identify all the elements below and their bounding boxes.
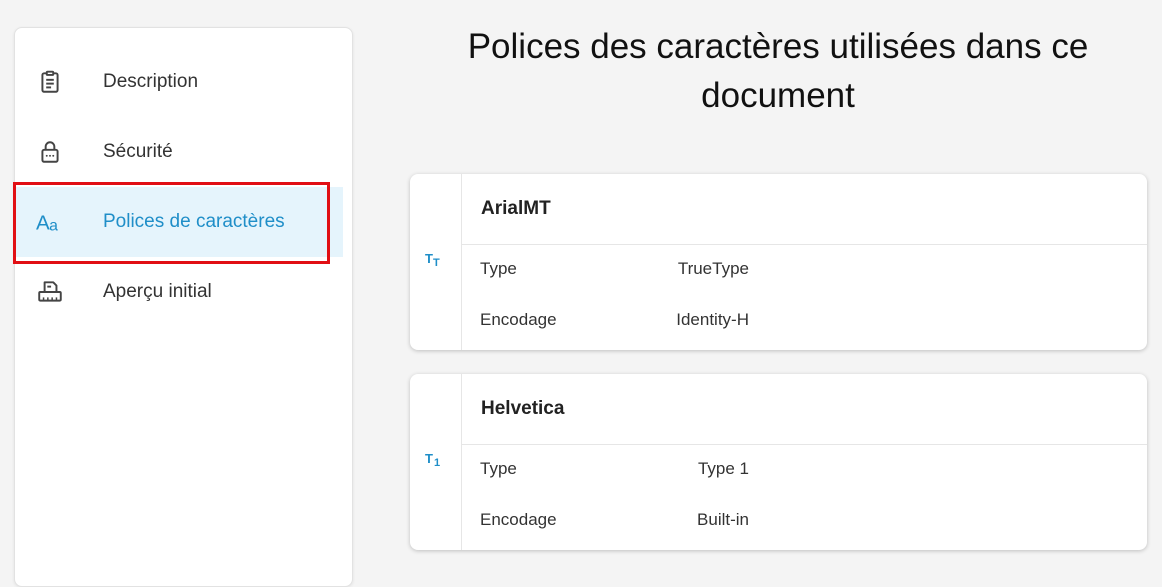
- font-name: Helvetica: [462, 374, 1147, 445]
- svg-text:a: a: [49, 217, 58, 234]
- svg-text:1: 1: [434, 457, 440, 469]
- svg-text:A: A: [36, 211, 50, 234]
- type1-icon: T 1: [425, 451, 447, 473]
- svg-text:T: T: [425, 451, 433, 466]
- font-card-arialmt: T T ArialMT Type TrueType Encodage Ident…: [410, 174, 1147, 350]
- sidebar: Description Sécurité A a Polices de cara…: [14, 27, 353, 587]
- font-name: ArialMT: [462, 174, 1147, 245]
- sidebar-item-fonts[interactable]: A a Polices de caractères: [14, 187, 343, 257]
- card-body: ArialMT Type TrueType Encodage Identity-…: [462, 174, 1147, 350]
- sidebar-item-label: Description: [103, 71, 199, 92]
- sidebar-item-label: Sécurité: [103, 141, 173, 162]
- type-value: TrueType: [677, 259, 749, 278]
- type-row: Type Type 1: [462, 445, 1147, 496]
- encoding-row: Encodage Built-in: [462, 496, 1147, 547]
- type-row: Type TrueType: [462, 245, 1147, 296]
- printer-icon: [36, 278, 64, 306]
- page-title: Polices des caractères utilisées dans ce…: [467, 27, 1089, 115]
- font-card-helvetica: T 1 Helvetica Type Type 1 Encodage Built…: [410, 374, 1147, 550]
- card-icon-column: T T: [410, 174, 462, 350]
- font-aa-icon: A a: [36, 208, 64, 236]
- sidebar-item-security[interactable]: Sécurité: [15, 117, 352, 187]
- type-value: Type 1: [697, 459, 749, 478]
- encoding-value: Identity-H: [676, 310, 749, 329]
- encoding-label: Encodage: [480, 510, 557, 529]
- sidebar-item-label: Polices de caractères: [103, 211, 285, 232]
- sidebar-item-label: Aperçu initial: [103, 281, 212, 302]
- encoding-row: Encodage Identity-H: [462, 296, 1147, 347]
- sidebar-item-description[interactable]: Description: [15, 47, 352, 117]
- lock-icon: [36, 138, 64, 166]
- type-label: Type: [480, 259, 517, 278]
- svg-text:T: T: [425, 251, 433, 266]
- clipboard-icon: [36, 68, 64, 96]
- encoding-label: Encodage: [480, 310, 557, 329]
- sidebar-item-initial-view[interactable]: Aperçu initial: [15, 257, 352, 327]
- type-label: Type: [480, 459, 517, 478]
- encoding-value: Built-in: [697, 510, 749, 529]
- truetype-icon: T T: [425, 251, 447, 273]
- svg-text:T: T: [433, 257, 440, 269]
- card-body: Helvetica Type Type 1 Encodage Built-in: [462, 374, 1147, 550]
- card-icon-column: T 1: [410, 374, 462, 550]
